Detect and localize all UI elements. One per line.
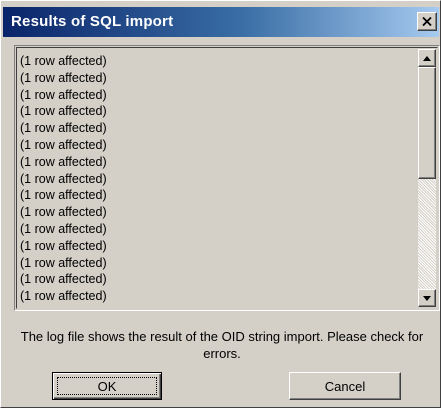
log-line: (1 row affected) — [20, 289, 107, 304]
log-line: (1 row affected) — [20, 171, 107, 186]
dialog-title: Results of SQL import — [11, 13, 174, 30]
log-line: (1 row affected) — [20, 205, 107, 220]
scroll-up-button[interactable] — [418, 49, 436, 67]
log-line: (1 row affected) — [20, 154, 107, 169]
log-line: (1 row affected) — [20, 238, 107, 253]
log-line: (1 row affected) — [20, 255, 107, 270]
close-button[interactable] — [417, 12, 437, 31]
log-line: (1 row affected) — [20, 121, 107, 136]
log-line: (1 row affected) — [20, 188, 107, 203]
scroll-down-button[interactable] — [418, 289, 436, 307]
log-line: (1 row affected) — [20, 272, 107, 287]
close-icon — [422, 17, 432, 26]
log-line: (1 row affected) — [20, 54, 107, 68]
log-line: (1 row affected) — [20, 221, 107, 236]
sql-import-results-dialog: Results of SQL import (1 row affected) (1… — [0, 0, 441, 408]
scroll-up-arrow-icon — [423, 55, 431, 61]
cancel-button-label: Cancel — [324, 378, 366, 394]
info-message: The log file shows the result of the OID… — [20, 329, 424, 361]
import-log-listbox[interactable]: (1 row affected) (1 row affected) (1 row a… — [14, 45, 440, 311]
title-bar[interactable]: Results of SQL import — [3, 7, 439, 37]
log-line: (1 row affected) — [20, 70, 107, 85]
log-line: (1 row affected) — [20, 87, 107, 102]
import-log-inner: (1 row affected) (1 row affected) (1 row a… — [16, 47, 438, 309]
vertical-scrollbar[interactable] — [418, 49, 436, 307]
focus-rectangle — [57, 377, 157, 395]
scrollbar-thumb[interactable] — [418, 67, 436, 179]
log-line: (1 row affected) — [20, 137, 107, 152]
ok-button[interactable]: OK — [52, 372, 162, 400]
log-line: (1 row affected) — [20, 104, 107, 119]
scroll-down-arrow-icon — [423, 295, 431, 301]
cancel-button[interactable]: Cancel — [289, 372, 401, 400]
log-lines: (1 row affected) (1 row affected) (1 row a… — [20, 53, 415, 305]
